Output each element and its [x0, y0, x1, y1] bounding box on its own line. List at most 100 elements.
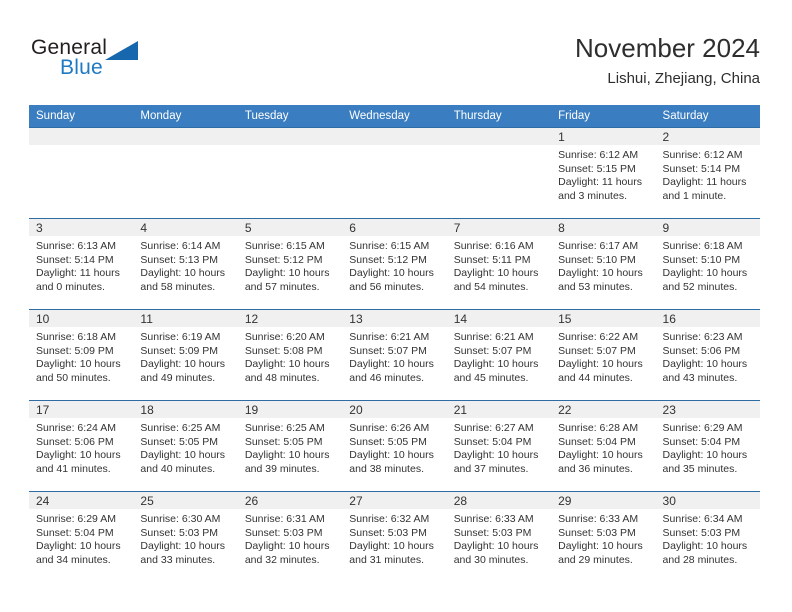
- daylight-text: Daylight: 10 hours and 41 minutes.: [36, 449, 121, 475]
- day-sun-info: Sunrise: 6:24 AM Sunset: 5:06 PM Daylight:…: [29, 418, 133, 476]
- calendar-day-cell[interactable]: 1 Sunrise: 6:12 AM Sunset: 5:15 PM Daylight…: [551, 127, 656, 219]
- weekday-header-thursday: Thursday: [446, 105, 552, 128]
- general-blue-logo[interactable]: General Blue: [31, 36, 161, 84]
- sunrise-text: Sunrise: 6:14 AM: [140, 240, 221, 252]
- sunset-text: Sunset: 5:03 PM: [140, 526, 219, 539]
- sunset-text: Sunset: 5:07 PM: [453, 344, 532, 357]
- day-sun-info: Sunrise: 6:15 AM Sunset: 5:12 PM Daylight:…: [342, 236, 446, 294]
- calendar-day-cell[interactable]: 2 Sunrise: 6:12 AM Sunset: 5:14 PM Daylight…: [655, 127, 760, 219]
- day-number: [342, 128, 447, 145]
- day-sun-info: Sunrise: 6:18 AM Sunset: 5:09 PM Daylight:…: [29, 327, 133, 385]
- calendar-day-cell[interactable]: 25 Sunrise: 6:30 AM Sunset: 5:03 PM Dayligh…: [133, 491, 238, 582]
- daylight-text: Daylight: 10 hours and 30 minutes.: [453, 540, 539, 566]
- day-sun-info: Sunrise: 6:17 AM Sunset: 5:10 PM Daylight:…: [551, 236, 655, 294]
- weekday-header-tuesday: Tuesday: [237, 105, 343, 128]
- day-sun-info: Sunrise: 6:29 AM Sunset: 5:04 PM Daylight:…: [656, 418, 760, 476]
- daylight-text: Daylight: 10 hours and 38 minutes.: [349, 449, 434, 475]
- day-number: 7: [446, 219, 552, 236]
- sunset-text: Sunset: 5:10 PM: [662, 253, 741, 266]
- day-sun-info: Sunrise: 6:34 AM Sunset: 5:03 PM Daylight:…: [656, 509, 760, 567]
- day-number: 22: [551, 401, 656, 418]
- calendar-day-cell[interactable]: 21 Sunrise: 6:27 AM Sunset: 5:04 PM Dayligh…: [446, 400, 552, 492]
- calendar-day-cell[interactable]: 18 Sunrise: 6:25 AM Sunset: 5:05 PM Dayligh…: [133, 400, 238, 492]
- calendar-day-cell[interactable]: 11 Sunrise: 6:19 AM Sunset: 5:09 PM Dayligh…: [133, 309, 238, 401]
- calendar-day-cell[interactable]: 28 Sunrise: 6:33 AM Sunset: 5:03 PM Dayligh…: [446, 491, 552, 582]
- calendar-day-cell[interactable]: 6 Sunrise: 6:15 AM Sunset: 5:12 PM Daylight…: [342, 218, 447, 310]
- calendar-day-cell[interactable]: 8 Sunrise: 6:17 AM Sunset: 5:10 PM Daylight…: [551, 218, 656, 310]
- day-number: [237, 128, 343, 145]
- calendar-day-cell[interactable]: 14 Sunrise: 6:21 AM Sunset: 5:07 PM Dayligh…: [446, 309, 552, 401]
- calendar-day-cell[interactable]: 3 Sunrise: 6:13 AM Sunset: 5:14 PM Daylight…: [29, 218, 134, 310]
- calendar-week-row: 17 Sunrise: 6:24 AM Sunset: 5:06 PM Dayligh…: [29, 400, 760, 492]
- sunset-text: Sunset: 5:13 PM: [140, 253, 219, 266]
- daylight-text: Daylight: 10 hours and 56 minutes.: [349, 267, 434, 293]
- day-sun-info: Sunrise: 6:31 AM Sunset: 5:03 PM Daylight:…: [238, 509, 342, 567]
- calendar-week-row: 10 Sunrise: 6:18 AM Sunset: 5:09 PM Dayligh…: [29, 309, 760, 401]
- calendar-day-cell[interactable]: 29 Sunrise: 6:33 AM Sunset: 5:03 PM Dayligh…: [551, 491, 656, 582]
- daylight-text: Daylight: 10 hours and 58 minutes.: [140, 267, 226, 293]
- calendar-day-cell[interactable]: 5 Sunrise: 6:15 AM Sunset: 5:12 PM Daylight…: [237, 218, 343, 310]
- day-number: 20: [342, 401, 447, 418]
- calendar-day-cell[interactable]: 30 Sunrise: 6:34 AM Sunset: 5:03 PM Dayligh…: [655, 491, 760, 582]
- day-number: 29: [551, 492, 656, 509]
- daylight-text: Daylight: 11 hours and 0 minutes.: [36, 267, 120, 293]
- calendar-day-cell[interactable]: 26 Sunrise: 6:31 AM Sunset: 5:03 PM Dayligh…: [237, 491, 343, 582]
- sunset-text: Sunset: 5:04 PM: [36, 526, 114, 539]
- sunset-text: Sunset: 5:10 PM: [558, 253, 636, 266]
- sunset-text: Sunset: 5:11 PM: [453, 253, 531, 266]
- sunset-text: Sunset: 5:04 PM: [558, 435, 636, 448]
- logo-triangle-icon: [105, 41, 138, 60]
- sunrise-text: Sunrise: 6:23 AM: [662, 331, 743, 343]
- sunset-text: Sunset: 5:12 PM: [244, 253, 323, 266]
- sunset-text: Sunset: 5:15 PM: [558, 162, 636, 175]
- page-header: General Blue November 2024 Lishui, Zheji…: [0, 0, 792, 100]
- day-sun-info: Sunrise: 6:32 AM Sunset: 5:03 PM Daylight:…: [342, 509, 446, 567]
- day-sun-info: Sunrise: 6:20 AM Sunset: 5:08 PM Daylight:…: [238, 327, 342, 385]
- weekday-header-row: Sunday Monday Tuesday Wednesday Thursday…: [29, 105, 760, 128]
- day-number: 10: [29, 310, 134, 327]
- calendar-day-cell[interactable]: 13 Sunrise: 6:21 AM Sunset: 5:07 PM Dayligh…: [342, 309, 447, 401]
- sunset-text: Sunset: 5:05 PM: [349, 435, 427, 448]
- calendar-day-cell[interactable]: 23 Sunrise: 6:29 AM Sunset: 5:04 PM Dayligh…: [655, 400, 760, 492]
- sunrise-text: Sunrise: 6:21 AM: [349, 331, 430, 343]
- daylight-text: Daylight: 10 hours and 48 minutes.: [244, 358, 330, 384]
- calendar-day-cell[interactable]: 22 Sunrise: 6:28 AM Sunset: 5:04 PM Dayligh…: [551, 400, 656, 492]
- calendar-day-cell[interactable]: 10 Sunrise: 6:18 AM Sunset: 5:09 PM Dayligh…: [29, 309, 134, 401]
- calendar-day-cell[interactable]: 12 Sunrise: 6:20 AM Sunset: 5:08 PM Dayligh…: [237, 309, 343, 401]
- calendar-cell-empty: [133, 127, 238, 219]
- calendar-day-cell[interactable]: 24 Sunrise: 6:29 AM Sunset: 5:04 PM Dayligh…: [29, 491, 134, 582]
- day-sun-info: Sunrise: 6:14 AM Sunset: 5:13 PM Daylight:…: [133, 236, 237, 294]
- day-sun-info: Sunrise: 6:25 AM Sunset: 5:05 PM Daylight:…: [238, 418, 342, 476]
- title-block: November 2024 Lishui, Zhejiang, China: [575, 32, 760, 89]
- calendar-day-cell[interactable]: 7 Sunrise: 6:16 AM Sunset: 5:11 PM Daylight…: [446, 218, 552, 310]
- day-sun-info: Sunrise: 6:13 AM Sunset: 5:14 PM Daylight:…: [29, 236, 133, 294]
- day-number: 27: [342, 492, 447, 509]
- daylight-text: Daylight: 10 hours and 36 minutes.: [558, 449, 643, 475]
- sunrise-text: Sunrise: 6:28 AM: [558, 422, 639, 434]
- daylight-text: Daylight: 10 hours and 44 minutes.: [558, 358, 643, 384]
- calendar-day-cell[interactable]: 27 Sunrise: 6:32 AM Sunset: 5:03 PM Dayligh…: [342, 491, 447, 582]
- daylight-text: Daylight: 10 hours and 49 minutes.: [140, 358, 226, 384]
- calendar-day-cell[interactable]: 15 Sunrise: 6:22 AM Sunset: 5:07 PM Dayligh…: [551, 309, 656, 401]
- daylight-text: Daylight: 10 hours and 31 minutes.: [349, 540, 434, 566]
- calendar-week-row: 1 Sunrise: 6:12 AM Sunset: 5:15 PM Daylight…: [29, 127, 760, 219]
- day-sun-info: Sunrise: 6:21 AM Sunset: 5:07 PM Daylight:…: [447, 327, 551, 385]
- calendar-day-cell[interactable]: 4 Sunrise: 6:14 AM Sunset: 5:13 PM Daylight…: [133, 218, 238, 310]
- day-number: 17: [29, 401, 134, 418]
- calendar-day-cell[interactable]: 20 Sunrise: 6:26 AM Sunset: 5:05 PM Dayligh…: [342, 400, 447, 492]
- calendar-week-row: 3 Sunrise: 6:13 AM Sunset: 5:14 PM Daylight…: [29, 218, 760, 310]
- calendar-week-row: 24 Sunrise: 6:29 AM Sunset: 5:04 PM Dayligh…: [29, 491, 760, 582]
- day-number: 6: [342, 219, 447, 236]
- day-number: 26: [237, 492, 343, 509]
- sunrise-text: Sunrise: 6:32 AM: [349, 513, 430, 525]
- calendar-day-cell[interactable]: 19 Sunrise: 6:25 AM Sunset: 5:05 PM Dayligh…: [237, 400, 343, 492]
- weekday-header-friday: Friday: [551, 105, 656, 128]
- day-sun-info: Sunrise: 6:23 AM Sunset: 5:06 PM Daylight:…: [656, 327, 760, 385]
- sunrise-text: Sunrise: 6:24 AM: [36, 422, 116, 434]
- calendar-day-cell[interactable]: 9 Sunrise: 6:18 AM Sunset: 5:10 PM Daylight…: [655, 218, 760, 310]
- day-number: [133, 128, 238, 145]
- day-number: 30: [655, 492, 760, 509]
- calendar-day-cell[interactable]: 16 Sunrise: 6:23 AM Sunset: 5:06 PM Dayligh…: [655, 309, 760, 401]
- calendar-day-cell[interactable]: 17 Sunrise: 6:24 AM Sunset: 5:06 PM Dayligh…: [29, 400, 134, 492]
- sunset-text: Sunset: 5:03 PM: [662, 526, 741, 539]
